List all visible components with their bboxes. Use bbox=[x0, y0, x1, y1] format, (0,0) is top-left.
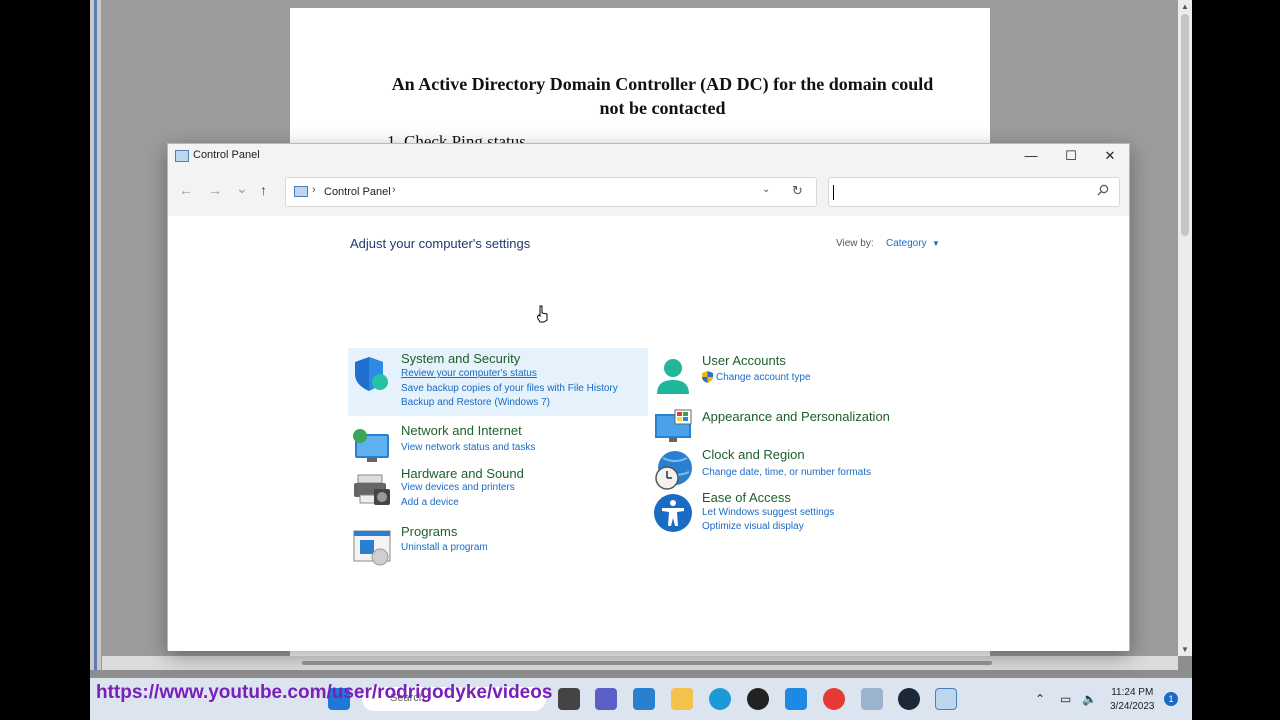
category-title[interactable]: Clock and Region bbox=[702, 447, 805, 462]
forward-button[interactable]: → bbox=[208, 182, 222, 198]
category-system-and-security[interactable]: System and Security Review your computer… bbox=[348, 348, 648, 416]
navigation-toolbar: ← → ⌄ ↑ › Control Panel › ⌄ ↻ bbox=[168, 168, 1129, 216]
control-panel-icon bbox=[175, 150, 189, 162]
view-by-label: View by: bbox=[836, 238, 874, 249]
search-icon[interactable] bbox=[1097, 184, 1109, 199]
devices-printers-link[interactable]: View devices and printers bbox=[401, 482, 515, 493]
chrome-browser-icon[interactable] bbox=[823, 688, 845, 710]
category-appearance-and-personalization[interactable]: Appearance and Personalization bbox=[649, 402, 949, 442]
photos-icon[interactable] bbox=[861, 688, 883, 710]
category-network-and-internet[interactable]: Network and Internet View network status… bbox=[348, 420, 648, 462]
category-title[interactable]: User Accounts bbox=[702, 353, 786, 368]
recent-locations-button[interactable]: ⌄ bbox=[236, 180, 248, 197]
clock-date: 3/24/2023 bbox=[1110, 701, 1155, 712]
window-title: Control Panel bbox=[193, 149, 260, 161]
horizontal-scrollbar-thumb[interactable] bbox=[302, 661, 992, 665]
maximize-button[interactable]: ☐ bbox=[1051, 144, 1091, 168]
close-button[interactable]: ✕ bbox=[1090, 144, 1130, 168]
review-status-link[interactable]: Review your computer's status bbox=[401, 368, 537, 379]
user-icon bbox=[653, 356, 693, 396]
store-icon[interactable] bbox=[633, 688, 655, 710]
breadcrumb-separator[interactable]: › bbox=[312, 184, 316, 196]
category-title[interactable]: System and Security bbox=[401, 351, 520, 366]
category-title[interactable]: Appearance and Personalization bbox=[702, 409, 890, 424]
control-panel-icon bbox=[294, 186, 308, 197]
scrollbar-thumb[interactable] bbox=[1181, 14, 1189, 236]
category-clock-and-region[interactable]: Clock and Region Change date, time, or n… bbox=[649, 444, 949, 490]
network-icon bbox=[352, 426, 392, 466]
address-bar[interactable]: › Control Panel › ⌄ ↻ bbox=[285, 177, 817, 207]
edge-browser-icon[interactable] bbox=[709, 688, 731, 710]
back-button[interactable]: ← bbox=[179, 182, 193, 198]
refresh-icon[interactable]: ↻ bbox=[792, 183, 803, 199]
programs-icon bbox=[352, 527, 392, 567]
control-panel-window: Control Panel — ☐ ✕ ← → ⌄ ↑ › Control Pa… bbox=[167, 143, 1130, 651]
accessibility-icon bbox=[653, 493, 693, 533]
left-window-edge bbox=[90, 0, 102, 670]
volume-icon[interactable]: 🔈 bbox=[1082, 692, 1097, 706]
text-caret bbox=[833, 185, 834, 200]
search-input[interactable] bbox=[828, 177, 1120, 207]
document-title: An Active Directory Domain Controller (A… bbox=[391, 74, 934, 118]
hand-cursor-icon bbox=[536, 305, 549, 323]
desktop-screen: An Active Directory Domain Controller (A… bbox=[90, 0, 1192, 720]
scroll-down-icon[interactable]: ▼ bbox=[1178, 645, 1192, 654]
power-automate-icon[interactable] bbox=[785, 688, 807, 710]
change-date-time-link[interactable]: Change date, time, or number formats bbox=[702, 467, 871, 478]
scroll-up-icon[interactable]: ▲ bbox=[1178, 2, 1192, 11]
view-by-dropdown[interactable]: Category bbox=[886, 238, 927, 249]
breadcrumb-separator[interactable]: › bbox=[392, 184, 396, 196]
category-title[interactable]: Ease of Access bbox=[702, 490, 791, 505]
title-bar[interactable]: Control Panel — ☐ ✕ bbox=[168, 144, 1129, 168]
network-tray-icon[interactable]: ▭ bbox=[1060, 692, 1071, 706]
category-title[interactable]: Hardware and Sound bbox=[401, 466, 524, 481]
printer-icon bbox=[352, 469, 392, 509]
optimize-display-link[interactable]: Optimize visual display bbox=[702, 521, 804, 532]
file-history-link[interactable]: Save backup copies of your files with Fi… bbox=[401, 383, 618, 394]
document-vertical-scrollbar[interactable]: ▲ ▼ bbox=[1178, 0, 1192, 656]
category-ease-of-access[interactable]: Ease of Access Let Windows suggest setti… bbox=[649, 487, 949, 537]
system-clock[interactable]: 11:24 PM 3/24/2023 bbox=[1110, 686, 1155, 714]
dropdown-arrow-icon[interactable]: ▼ bbox=[932, 239, 940, 248]
steam-icon[interactable] bbox=[898, 688, 920, 710]
minimize-button[interactable]: — bbox=[1011, 144, 1051, 168]
up-button[interactable]: ↑ bbox=[260, 182, 267, 198]
category-user-accounts[interactable]: User Accounts Change account type bbox=[649, 350, 949, 400]
network-status-link[interactable]: View network status and tasks bbox=[401, 442, 535, 453]
video-url-overlay: https://www.youtube.com/user/rodrigodyke… bbox=[96, 682, 553, 703]
task-view-icon[interactable] bbox=[558, 688, 580, 710]
chevron-down-icon[interactable]: ⌄ bbox=[762, 184, 770, 195]
category-title[interactable]: Programs bbox=[401, 524, 457, 539]
control-panel-content: Adjust your computer's settings View by:… bbox=[168, 216, 1129, 651]
notification-badge[interactable]: 1 bbox=[1164, 692, 1178, 706]
document-horizontal-scrollbar[interactable] bbox=[102, 656, 1178, 670]
suggest-settings-link[interactable]: Let Windows suggest settings bbox=[702, 507, 834, 518]
page-title: Adjust your computer's settings bbox=[350, 236, 531, 251]
uninstall-program-link[interactable]: Uninstall a program bbox=[401, 542, 488, 553]
backup-restore-link[interactable]: Backup and Restore (Windows 7) bbox=[401, 397, 550, 408]
add-device-link[interactable]: Add a device bbox=[401, 497, 459, 508]
media-player-icon[interactable] bbox=[747, 688, 769, 710]
category-programs[interactable]: Programs Uninstall a program bbox=[348, 521, 648, 566]
globe-clock-icon bbox=[653, 450, 693, 490]
control-panel-taskbar-icon[interactable] bbox=[935, 688, 957, 710]
category-hardware-and-sound[interactable]: Hardware and Sound View devices and prin… bbox=[348, 463, 648, 513]
uac-shield-icon bbox=[702, 371, 713, 386]
clock-time: 11:24 PM bbox=[1111, 687, 1154, 698]
category-title[interactable]: Network and Internet bbox=[401, 423, 522, 438]
shield-icon bbox=[352, 354, 392, 394]
breadcrumb-control-panel[interactable]: Control Panel bbox=[324, 186, 391, 198]
monitor-palette-icon bbox=[653, 408, 693, 448]
chevron-up-icon[interactable]: ⌃ bbox=[1035, 692, 1045, 706]
file-explorer-icon[interactable] bbox=[671, 688, 693, 710]
change-account-type-link[interactable]: Change account type bbox=[716, 372, 811, 383]
teams-chat-icon[interactable] bbox=[595, 688, 617, 710]
